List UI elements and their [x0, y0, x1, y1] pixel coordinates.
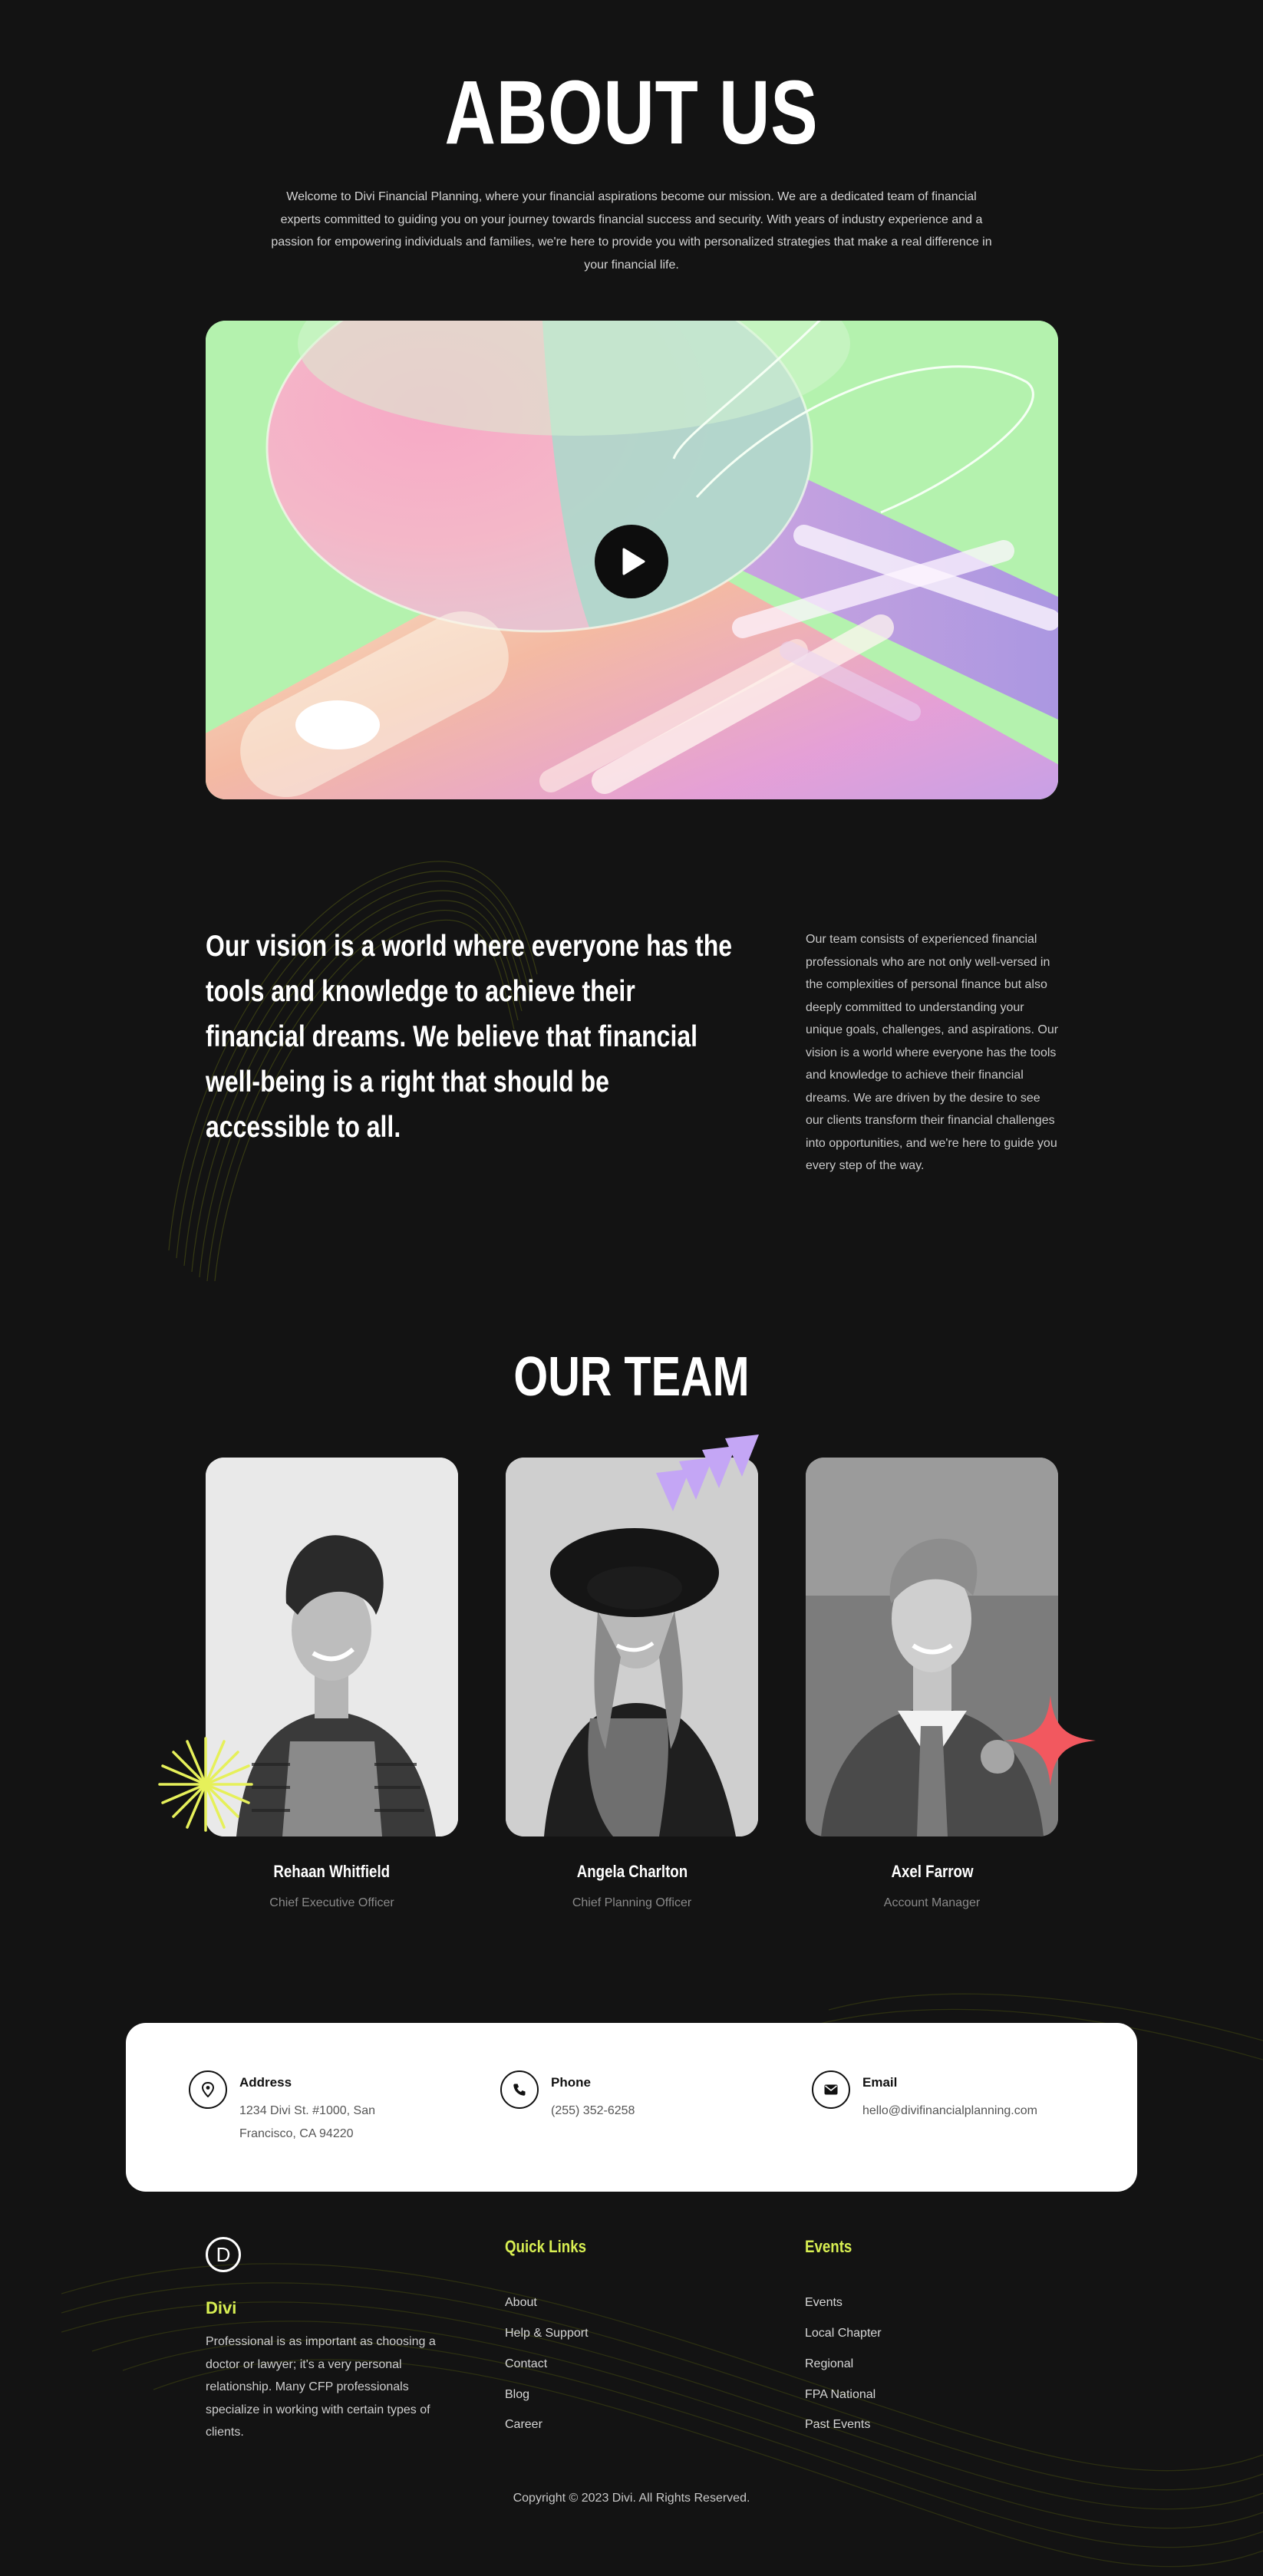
- footer-heading-events: Events: [805, 2237, 852, 2256]
- phone-link[interactable]: (255) 352-6258: [551, 2100, 635, 2123]
- vision-quote: Our vision is a world where everyone has…: [206, 924, 773, 1150]
- team-member-name: Rehaan Whitfield: [273, 1862, 391, 1881]
- vision-quote-line: Our vision is a world where everyone has…: [206, 930, 733, 963]
- yellow-starburst-icon: [158, 1737, 253, 1832]
- contact-label: Email: [862, 2075, 898, 2090]
- contact-card: Address 1234 Divi St. #1000, San Francis…: [126, 2023, 1137, 2192]
- team-member-name: Angela Charlton: [576, 1862, 688, 1881]
- team-member-role: Account Manager: [883, 1896, 981, 1909]
- phone-icon: [500, 2070, 539, 2109]
- footer-link-contact[interactable]: Contact: [505, 2357, 547, 2371]
- contact-label: Address: [239, 2075, 292, 2090]
- team-member-role: Chief Planning Officer: [572, 1896, 692, 1909]
- play-button[interactable]: [595, 525, 668, 598]
- lilac-triangles-icon: [656, 1435, 759, 1511]
- footer-link-about[interactable]: About: [505, 2296, 537, 2310]
- divi-logo-icon[interactable]: D: [206, 2237, 241, 2272]
- footer-link-fpa-national[interactable]: FPA National: [805, 2388, 876, 2402]
- vision-quote-line: financial dreams. We believe that financ…: [206, 1020, 698, 1053]
- envelope-icon: [812, 2070, 850, 2109]
- footer-heading-quick-links: Quick Links: [505, 2237, 587, 2256]
- footer-link-blog[interactable]: Blog: [505, 2388, 529, 2402]
- copyright-text: Copyright © 2023 Divi. All Rights Reserv…: [513, 2492, 750, 2505]
- footer-link-career[interactable]: Career: [505, 2418, 542, 2432]
- footer-link-local-chapter[interactable]: Local Chapter: [805, 2327, 882, 2340]
- footer-link-help-support[interactable]: Help & Support: [505, 2327, 589, 2340]
- email-link[interactable]: hello@divifinancialplanning.com: [862, 2100, 1037, 2123]
- vision-body-text: Our team consists of experienced financi…: [806, 933, 1059, 1172]
- footer-link-events[interactable]: Events: [805, 2296, 843, 2310]
- footer-brand: Divi: [206, 2298, 237, 2317]
- footer-link-regional[interactable]: Regional: [805, 2357, 853, 2371]
- location-pin-icon: [189, 2070, 227, 2109]
- about-intro-text: Welcome to Divi Financial Planning, wher…: [271, 190, 992, 272]
- team-member-name: Axel Farrow: [890, 1862, 974, 1881]
- coral-sparkle-icon: [1005, 1695, 1096, 1786]
- play-icon: [622, 548, 645, 575]
- vision-quote-line: accessible to all.: [206, 1111, 401, 1144]
- vision-quote-line: tools and knowledge to achieve their: [206, 975, 635, 1008]
- footer-description: Professional is as important as choosing…: [206, 2335, 436, 2439]
- vision-quote-line: well-being is a right that should be: [206, 1066, 609, 1099]
- page-title: ABOUT US: [444, 62, 819, 163]
- footer-link-past-events[interactable]: Past Events: [805, 2418, 870, 2432]
- team-section-title: OUR TEAM: [513, 1346, 750, 1408]
- contact-label: Phone: [551, 2075, 591, 2090]
- contact-value: 1234 Divi St. #1000, San Francisco, CA 9…: [239, 2104, 376, 2140]
- team-member-role: Chief Executive Officer: [269, 1896, 394, 1909]
